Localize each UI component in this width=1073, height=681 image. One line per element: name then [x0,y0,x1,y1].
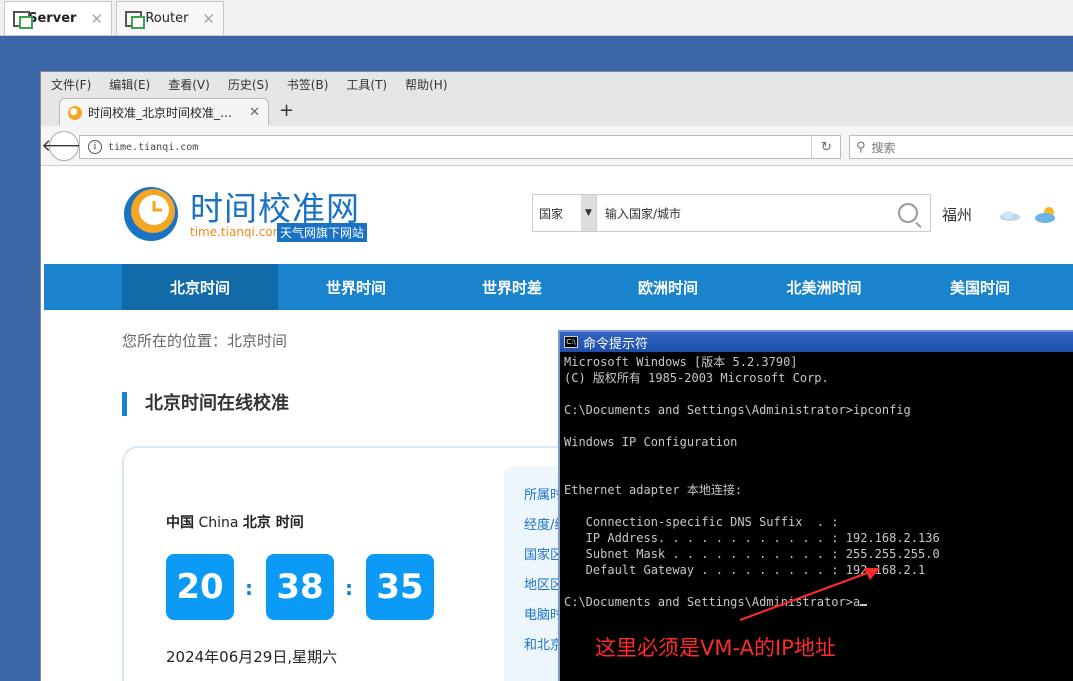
menu-edit[interactable]: 编辑(E) [109,76,150,93]
vm-icon [125,10,146,29]
nav-world-time[interactable]: 世界时间 [278,264,434,310]
back-button[interactable]: 🡐 [41,131,87,161]
city-placeholder: 输入国家/城市 [605,206,682,221]
logo-badge: 天气网旗下网站 [277,223,368,242]
clock-minutes: 38 [266,554,334,620]
partly-cloudy-icon [1035,207,1055,223]
close-icon[interactable]: ✕ [249,105,260,120]
menu-history[interactable]: 历史(S) [228,76,269,93]
clock-hours: 20 [166,554,234,620]
search-placeholder: 搜索 [871,140,896,155]
cloud-icon [1000,211,1020,221]
site-logo[interactable]: 时间校准网 time.tianqi.com 天气网旗下网站 [122,182,382,246]
cmd-title: 命令提示符 [583,336,649,352]
menu-view[interactable]: 查看(V) [168,76,210,93]
breadcrumb: 您所在的位置：北京时间 [122,332,288,350]
current-city[interactable]: 福州 [942,204,972,225]
clock-colon: : [245,576,253,600]
nav-time-difference[interactable]: 世界时差 [434,264,590,310]
close-icon[interactable]: ✕ [90,10,103,28]
clock-card: 中国 China 北京 时间 20 : 38 : 35 2024年06月29日,… [122,446,624,681]
nav-europe-time[interactable]: 欧洲时间 [590,264,746,310]
nav-beijing-time[interactable]: 北京时间 [122,264,278,310]
cmd-line: Connection-specific DNS Suffix . : [564,515,839,529]
clock-colon: : [345,576,353,600]
menu-bar: 文件(F) 编辑(E) 查看(V) 历史(S) 书签(B) 工具(T) 帮助(H… [41,72,1073,96]
cmd-line: Ethernet adapter 本地连接: [564,483,743,497]
country-select-value: 国家 [539,206,564,221]
url-text: time.tianqi.com [108,141,199,153]
vm-tab-server[interactable]: Server ✕ [4,1,112,35]
clock-date: 2024年06月29日,星期六 [166,648,338,666]
menu-tools[interactable]: 工具(T) [346,76,387,93]
reload-button[interactable]: ↻ [811,135,841,159]
clock-logo-icon [124,187,178,241]
menu-file[interactable]: 文件(F) [51,76,91,93]
cmd-line [564,418,1069,434]
cmd-line: (C) 版权所有 1985-2003 Microsoft Corp. [564,371,829,385]
annotation-arrow [739,568,880,621]
chevron-down-icon[interactable]: ▼ [581,195,596,231]
cmd-line: C:\Documents and Settings\Administrator>… [564,403,911,417]
main-nav: 北京时间 世界时间 世界时差 欧洲时间 北美洲时间 美国时间 [44,264,1073,310]
search-input[interactable]: ⚲ 搜索 [849,135,1073,159]
section-title: 北京时间在线校准 [122,392,289,416]
nav-north-america-time[interactable]: 北美洲时间 [746,264,902,310]
info-icon[interactable]: i [88,140,102,154]
address-bar[interactable]: i time.tianqi.com [79,135,841,159]
cmd-line: IP Address. . . . . . . . . . . . : 192.… [564,531,940,545]
menu-help[interactable]: 帮助(H) [405,76,447,93]
logo-domain: time.tianqi.com [190,225,285,239]
favicon-icon [68,105,82,120]
cmd-line: Microsoft Windows [版本 5.2.3790] [564,355,798,369]
country-select[interactable]: 国家 ▼ [532,194,597,232]
annotation-text: 这里必须是VM-A的IP地址 [595,636,836,660]
cmd-line [564,386,1069,402]
vm-tab-label: Router [145,11,189,26]
browser-tab-strip: 时间校准_北京时间校准_… ✕ + [41,96,1073,126]
search-icon[interactable] [898,203,918,223]
cmd-title-bar[interactable]: C:\ 命令提示符 [560,332,1073,352]
cmd-line [564,466,1069,482]
browser-tab-title: 时间校准_北京时间校准_… [88,106,233,120]
clock-label: 中国 China 北京 时间 [166,512,304,532]
nav-toolbar: 🡐 i time.tianqi.com ↻ ⚲ 搜索 [41,126,1073,166]
browser-tab[interactable]: 时间校准_北京时间校准_… ✕ [59,98,269,126]
cmd-icon: C:\ [564,336,578,348]
clock-label-country: 中国 [166,515,194,531]
vm-icon [13,10,34,29]
search-icon: ⚲ [856,139,866,155]
cmd-line [564,450,1069,466]
nav-us-time[interactable]: 美国时间 [902,264,1058,310]
vm-tab-strip: Server ✕ Router ✕ [0,0,1073,36]
clock-label-en: China [198,515,239,531]
cmd-line: Windows IP Configuration [564,435,738,449]
clock-seconds: 35 [366,554,434,620]
vm-tab-router[interactable]: Router ✕ [116,1,224,35]
vm-tab-label: Server [28,11,77,26]
menu-bookmarks[interactable]: 书签(B) [287,76,329,93]
close-icon[interactable]: ✕ [202,10,215,28]
city-search-input[interactable]: 输入国家/城市 [597,194,931,232]
new-tab-icon[interactable]: + [279,100,294,121]
clock-label-city: 北京 时间 [242,515,304,531]
cmd-line [564,498,1069,514]
